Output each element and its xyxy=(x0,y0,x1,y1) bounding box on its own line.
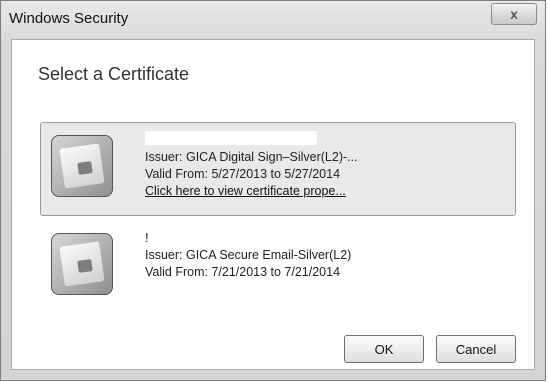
certificate-issuer: Issuer: GICA Digital Sign–Silver(L2)-... xyxy=(145,150,358,164)
certificate-validity: Valid From: 7/21/2013 to 7/21/2014 xyxy=(145,265,341,279)
redacted-name xyxy=(145,131,317,145)
ok-button[interactable]: OK xyxy=(344,335,424,363)
title-bar[interactable]: Windows Security x xyxy=(1,1,545,37)
dialog-heading: Select a Certificate xyxy=(38,64,190,84)
view-certificate-properties-link[interactable]: Click here to view certificate prope... xyxy=(145,183,358,200)
certificate-icon xyxy=(51,233,113,295)
certificate-chip-shape xyxy=(77,161,93,175)
certificate-chip-shape xyxy=(77,259,93,273)
close-icon: x xyxy=(510,6,518,22)
cancel-button[interactable]: Cancel xyxy=(436,335,516,363)
windows-security-dialog: Windows Security x Select a Certificate … xyxy=(0,0,546,381)
dialog-content: Select a Certificate Issuer: GICA Digita… xyxy=(11,39,535,370)
certificate-validity: Valid From: 5/27/2013 to 5/27/2014 xyxy=(145,167,341,181)
certificate-name xyxy=(145,131,358,149)
certificate-details: ! Issuer: GICA Secure Email-Silver(L2) V… xyxy=(145,229,351,281)
certificate-item-selected[interactable]: Issuer: GICA Digital Sign–Silver(L2)-...… xyxy=(40,122,516,216)
window-title: Windows Security xyxy=(9,10,129,27)
certificate-issuer: Issuer: GICA Secure Email-Silver(L2) xyxy=(145,248,352,262)
certificate-item[interactable]: ! Issuer: GICA Secure Email-Silver(L2) V… xyxy=(40,220,516,302)
certificate-name: ! xyxy=(145,230,149,245)
close-button[interactable]: x xyxy=(491,3,537,25)
certificate-icon xyxy=(51,135,113,197)
certificate-details: Issuer: GICA Digital Sign–Silver(L2)-...… xyxy=(145,131,358,200)
certificate-list: Issuer: GICA Digital Sign–Silver(L2)-...… xyxy=(40,122,516,302)
